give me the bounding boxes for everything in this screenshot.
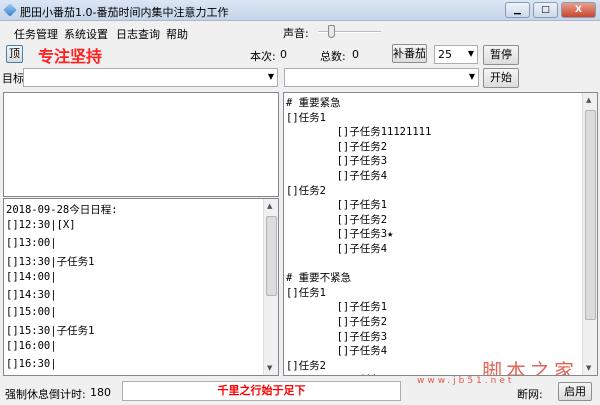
- this-count-label: 本次:: [250, 50, 276, 63]
- goal-label: 目标: [2, 72, 24, 85]
- schedule-item: []17:00|子任务3任务11121111: [6, 375, 166, 376]
- watermark-url: www.jb51.net: [417, 376, 515, 386]
- scroll-up-icon[interactable]: ▲: [586, 96, 591, 104]
- task-line: []子任务4: [286, 345, 388, 358]
- schedule-item: []14:00|: [6, 271, 57, 284]
- schedule-item: []13:00|: [6, 236, 57, 249]
- sound-label: 声音:: [283, 27, 309, 40]
- schedule-item: []14:30|: [6, 288, 57, 301]
- minutes-select[interactable]: 25 ▼: [434, 45, 478, 64]
- task-line: # 重要紧急: [286, 97, 341, 109]
- menu-help[interactable]: 帮助: [166, 26, 188, 42]
- task-line: []子任务1: [286, 199, 388, 212]
- pin-top-button[interactable]: 顶: [6, 45, 23, 63]
- task-line: []子任务4: [286, 243, 388, 255]
- task-line: []任务1: [286, 111, 326, 124]
- task-line: []任务2: [286, 184, 326, 197]
- task-line: []子任务4: [286, 170, 388, 182]
- schedule-list[interactable]: ▲ ▼ 2018-09-28今日日程: []12:30|[X] []13:00| []…: [3, 198, 279, 376]
- add-pomodoro-button[interactable]: 补番茄: [392, 44, 427, 63]
- enable-button[interactable]: 启用: [558, 382, 592, 401]
- task-line: []子任务2: [286, 213, 388, 226]
- task-line: # 重要不紧急: [286, 272, 352, 285]
- minimize-button[interactable]: ▁: [505, 2, 530, 18]
- maximize-button[interactable]: □: [533, 2, 558, 18]
- chevron-down-icon: ▼: [267, 72, 274, 81]
- scroll-up-icon[interactable]: ▲: [267, 202, 272, 210]
- this-count-value: 0: [280, 48, 287, 61]
- task-tree-text[interactable]: ▲ ▼ 脚本之家 # 重要紧急 []任务1 []子任务11121111 []子任务…: [283, 92, 598, 376]
- rest-countdown-label: 强制休息倒计时:: [5, 388, 86, 401]
- schedule-scrollbar[interactable]: ▲ ▼: [263, 199, 278, 375]
- pause-button[interactable]: 暂停: [483, 45, 519, 65]
- app-icon: [3, 3, 17, 17]
- task-line: []任务1: [286, 286, 326, 299]
- schedule-item: []16:00|: [6, 340, 57, 353]
- task-line: []任务2: [286, 359, 326, 372]
- task-select[interactable]: ▼: [284, 68, 479, 87]
- total-count-label: 总数:: [320, 50, 346, 63]
- disconnect-label: 断网:: [517, 388, 543, 401]
- schedule-item: []15:30|子任务1: [6, 325, 95, 338]
- task-line: []子任务2: [286, 140, 388, 153]
- task-line: []子任务11121111: [286, 126, 432, 139]
- scroll-down-icon[interactable]: ▼: [586, 364, 591, 372]
- rest-countdown-value: 180: [90, 386, 111, 399]
- minutes-value: 25: [438, 48, 452, 61]
- menu-system-settings[interactable]: 系统设置: [64, 26, 108, 42]
- slogan: 专注坚持: [38, 47, 103, 66]
- menu-log-query[interactable]: 日志查询: [116, 26, 160, 42]
- task-line: []子任务3: [286, 155, 388, 168]
- task-line: []子任务1: [286, 301, 388, 314]
- schedule-item: []13:30|子任务1: [6, 255, 95, 268]
- chevron-down-icon: ▼: [467, 49, 474, 58]
- scroll-thumb[interactable]: [266, 216, 277, 296]
- schedule-item: 2018-09-28今日日程:: [6, 204, 118, 216]
- task-line: []子任务1: [286, 372, 387, 375]
- task-line: []子任务3: [286, 330, 388, 343]
- tasks-scrollbar[interactable]: ▲ ▼: [582, 93, 597, 375]
- scroll-thumb[interactable]: [585, 110, 596, 320]
- schedule-item: []15:00|: [6, 305, 57, 318]
- title-bar: 肥田小番茄1.0-番茄时间内集中注意力工作 ▁ □ X: [0, 0, 600, 21]
- task-line: []子任务2: [286, 316, 388, 328]
- motto-field[interactable]: 千里之行始于足下: [122, 381, 401, 401]
- schedule-item: []16:30|: [6, 357, 57, 370]
- sound-slider-thumb[interactable]: [328, 25, 335, 38]
- sound-slider[interactable]: [318, 25, 381, 38]
- scroll-down-icon[interactable]: ▼: [267, 364, 272, 372]
- watermark-logo: 脚本之家: [482, 359, 578, 376]
- total-count-value: 0: [352, 48, 359, 61]
- chevron-down-icon: ▼: [468, 72, 475, 81]
- window-title: 肥田小番茄1.0-番茄时间内集中注意力工作: [20, 6, 229, 19]
- task-line: []子任务3★: [286, 228, 394, 241]
- menu-task-management[interactable]: 任务管理: [14, 26, 58, 42]
- goal-select[interactable]: ▼: [23, 68, 278, 87]
- close-button[interactable]: X: [561, 2, 596, 18]
- schedule-item: []12:30|[X]: [6, 219, 76, 232]
- notes-textarea[interactable]: [3, 92, 279, 197]
- start-button[interactable]: 开始: [483, 68, 519, 88]
